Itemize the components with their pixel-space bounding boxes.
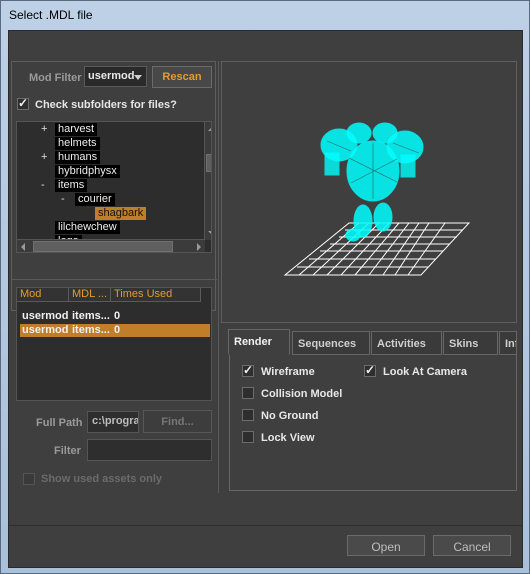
list-item-selected[interactable]: usermod items... 0 [20, 324, 210, 337]
scroll-down-icon[interactable] [208, 231, 211, 235]
tab-info[interactable]: Inf [499, 331, 517, 355]
mod-filter-dropdown[interactable]: usermod [84, 66, 147, 87]
tree-node-label: helmets [55, 137, 100, 150]
look-at-camera-checkbox[interactable] [364, 363, 376, 377]
wireframe-checkbox[interactable] [242, 363, 254, 377]
expand-icon[interactable]: + [41, 123, 47, 135]
column-header-mod[interactable]: Mod [17, 288, 69, 302]
no-ground-checkbox[interactable] [242, 409, 254, 421]
list-cell-mod: usermod [22, 310, 69, 322]
tab-sequences[interactable]: Sequences [292, 331, 370, 355]
list-cell-mdl: items... [72, 324, 110, 336]
find-button[interactable]: Find... [143, 410, 212, 433]
open-button[interactable]: Open [347, 535, 425, 556]
tree-node-label-selected: shagbark [95, 207, 147, 220]
tab-render[interactable]: Render [228, 329, 290, 355]
vertical-divider [218, 61, 219, 493]
tab-activities[interactable]: Activities [371, 331, 442, 355]
tab-skins[interactable]: Skins [443, 331, 498, 355]
show-used-label: Show used assets only [41, 473, 163, 485]
lock-view-label: Lock View [261, 432, 315, 444]
mdl-list[interactable]: Mod MDL ... Times Used usermod items... … [16, 287, 212, 401]
window-title: Select .MDL file [9, 8, 93, 22]
scroll-thumb[interactable] [33, 241, 173, 252]
tree-node-label: courier [75, 193, 115, 206]
footer-divider [9, 525, 522, 526]
ground-grid-icon [283, 222, 471, 276]
list-cell-mod: usermod [22, 324, 69, 336]
filter-input[interactable] [87, 439, 212, 461]
scroll-up-icon[interactable] [208, 127, 211, 131]
tree-horizontal-scrollbar[interactable] [17, 239, 205, 252]
cancel-button[interactable]: Cancel [433, 535, 511, 556]
expand-icon[interactable]: + [41, 151, 47, 163]
show-used-checkbox[interactable] [23, 473, 35, 485]
full-path-label: Full Path [36, 417, 83, 429]
dialog-client-area: Mod Filter usermod Rescan Check subfolde… [8, 30, 523, 568]
dialog-window: Select .MDL file Mod Filter usermod Resc… [0, 0, 530, 574]
rescan-button[interactable]: Rescan [152, 66, 212, 88]
chevron-down-icon [134, 75, 142, 80]
mod-filter-label: Mod Filter [29, 72, 82, 84]
left-panel-divider [11, 279, 217, 280]
column-header-mdl[interactable]: MDL ... [69, 288, 111, 302]
filter-label: Filter [54, 445, 81, 457]
subfolders-checkbox[interactable] [17, 96, 29, 110]
tree-node-label: humans [55, 151, 101, 164]
scroll-thumb[interactable] [206, 154, 211, 172]
render-tab-panel: Wireframe Look At Camera Collision Model… [229, 355, 517, 491]
column-header-times-used[interactable]: Times Used [111, 288, 201, 302]
no-ground-label: No Ground [261, 410, 319, 422]
list-item[interactable]: usermod items... 0 [20, 310, 210, 323]
collapse-icon[interactable]: - [61, 193, 65, 205]
list-cell-times: 0 [114, 324, 121, 336]
tree-node-label: hybridphysx [55, 165, 120, 178]
list-cell-mdl: items... [72, 310, 110, 322]
tree-node-label: lilchewchew [55, 221, 120, 234]
tree-node-label: items [55, 179, 88, 192]
scroll-right-icon[interactable] [197, 243, 201, 251]
look-at-camera-label: Look At Camera [383, 366, 467, 378]
lock-view-checkbox[interactable] [242, 431, 254, 443]
list-cell-times: 0 [114, 310, 121, 322]
tree-vertical-scrollbar[interactable] [204, 122, 211, 240]
model-preview-viewport[interactable] [223, 63, 515, 321]
collision-model-checkbox[interactable] [242, 387, 254, 399]
collapse-icon[interactable]: - [41, 179, 45, 191]
subfolders-label: Check subfolders for files? [35, 99, 177, 111]
tree-node-label: harvest [55, 123, 98, 136]
full-path-field[interactable]: c:\progra [87, 411, 139, 433]
mod-filter-value: usermod [88, 70, 135, 82]
scroll-left-icon[interactable] [21, 243, 25, 251]
folder-tree[interactable]: + harvest helmets + humans hybridphysx -… [16, 121, 212, 253]
wireframe-label: Wireframe [261, 366, 315, 378]
collision-model-label: Collision Model [261, 388, 343, 400]
